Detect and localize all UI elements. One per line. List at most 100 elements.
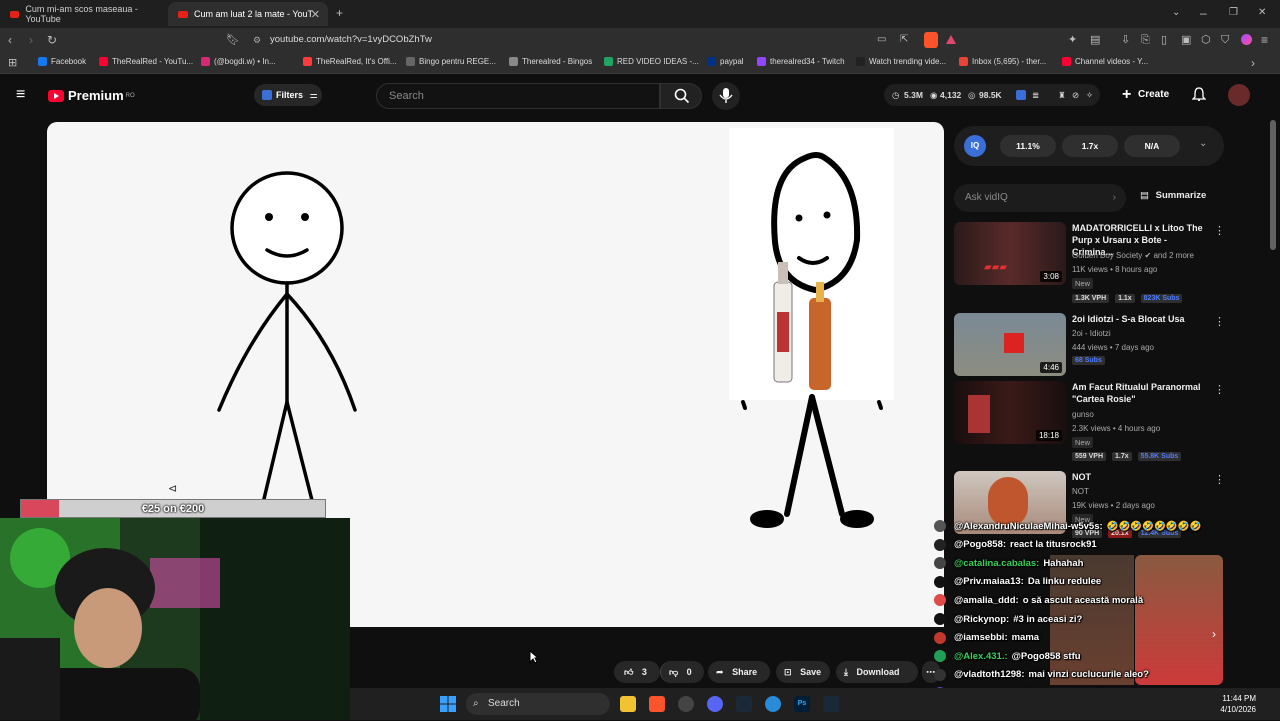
bookmark-item[interactable]: therealred34 - Twitch bbox=[757, 57, 845, 66]
cast-icon[interactable]: ▭ bbox=[877, 32, 886, 48]
sparkle-icon[interactable]: ✧ bbox=[1086, 90, 1093, 101]
download-button[interactable]: ⤓ Download bbox=[836, 661, 918, 683]
more-vertical-icon[interactable]: ⋮ bbox=[1214, 473, 1225, 486]
recommended-video[interactable]: 18:18 Am Facut Ritualul Paranormal "Cart… bbox=[954, 381, 1225, 467]
bookmark-item[interactable]: (@bogdi.w) • In... bbox=[201, 57, 276, 66]
recommended-video[interactable]: ▰▰▰ 3:08 MADATORRICELLI x Litoo The Purp… bbox=[954, 222, 1225, 308]
share-page-icon[interactable]: ⇱ bbox=[900, 32, 908, 48]
channel-name[interactable]: NOT bbox=[1072, 487, 1089, 496]
brave-browser-icon[interactable] bbox=[649, 696, 665, 712]
more-bookmarks-icon[interactable]: › bbox=[1251, 55, 1255, 71]
hamburger-menu-icon[interactable]: ≡ bbox=[16, 87, 25, 103]
bookmark-item[interactable]: Bingo pentru REGE... bbox=[406, 57, 496, 66]
send-arrow-icon[interactable]: › bbox=[1113, 184, 1116, 212]
new-tab-button[interactable]: + bbox=[336, 5, 343, 21]
ask-vidiq-input[interactable]: Ask vidIQ › bbox=[954, 184, 1126, 212]
forward-icon[interactable]: › bbox=[29, 32, 33, 48]
bookmark-item[interactable]: RED VIDEO IDEAS -... bbox=[604, 57, 699, 66]
close-tab-icon[interactable]: ✕ bbox=[311, 8, 320, 21]
vidiq-metric[interactable]: 11.1% bbox=[1000, 135, 1056, 157]
vidiq-logo[interactable]: IQ bbox=[964, 135, 986, 157]
restore-icon[interactable]: ❐ bbox=[1229, 5, 1238, 21]
bookmark-item[interactable]: TheRealRed - YouTu... bbox=[99, 57, 193, 66]
chevron-down-icon[interactable]: ⌄ bbox=[1199, 138, 1207, 149]
video-title[interactable]: 2oi Idiotzi - S-a Blocat Usa bbox=[1072, 313, 1208, 325]
browser-tab[interactable]: Cum mi-am scos maseaua - YouTube bbox=[0, 2, 166, 26]
system-clock[interactable]: 11:44 PM 4/10/2026 bbox=[1220, 693, 1256, 715]
search-button[interactable] bbox=[660, 83, 702, 109]
vpn-icon[interactable]: ⬡ bbox=[1201, 32, 1211, 48]
file-explorer-icon[interactable] bbox=[620, 696, 636, 712]
search-input[interactable]: Search bbox=[376, 83, 660, 109]
vidiq-stats-bar[interactable]: ◷ 5.3M ◉ 4,132 ◎ 98.5K ≣ ♜ ⊘ ✧ bbox=[884, 84, 1100, 106]
more-vertical-icon[interactable]: ⋮ bbox=[1214, 224, 1225, 237]
tag-icon[interactable]: ⊘ bbox=[1072, 90, 1079, 101]
channel-name[interactable]: gunso bbox=[1072, 410, 1094, 419]
bookmark-item[interactable]: TheRealRed, It's Offi... bbox=[303, 57, 397, 66]
vidiq-metric[interactable]: N/A bbox=[1124, 135, 1180, 157]
apps-grid-icon[interactable]: ⊞ bbox=[8, 55, 17, 71]
wallet-icon[interactable]: ▣ bbox=[1181, 32, 1191, 48]
like-button[interactable]: 👍︎ 3 bbox=[614, 661, 660, 683]
taskbar-search[interactable]: ⌕ Search bbox=[466, 693, 610, 715]
close-window-icon[interactable]: ✕ bbox=[1258, 5, 1266, 21]
obs-icon[interactable] bbox=[678, 696, 694, 712]
bookmark-item[interactable]: paypal bbox=[707, 57, 744, 66]
list-icon[interactable]: ≣ bbox=[1032, 90, 1039, 101]
tab-search-icon[interactable]: ⌄ bbox=[1172, 5, 1180, 21]
more-vertical-icon[interactable]: ⋮ bbox=[1214, 383, 1225, 396]
reload-icon[interactable]: ↻ bbox=[47, 32, 57, 48]
save-button[interactable]: ⊡ Save bbox=[776, 661, 830, 683]
brave-shields-icon[interactable] bbox=[924, 32, 938, 48]
bookmark-item[interactable]: Inbox (5,695) - ther... bbox=[959, 57, 1046, 66]
menu-icon[interactable]: ≡ bbox=[1261, 32, 1268, 48]
bookmark-item[interactable]: Watch trending vide... bbox=[856, 57, 946, 66]
youtube-logo[interactable]: Premium RO bbox=[48, 88, 135, 103]
user-badge-icon bbox=[934, 668, 946, 681]
steam-icon[interactable] bbox=[736, 696, 752, 712]
address-bar[interactable]: ⚙︎ youtube.com/watch?v=1vyDCObZhTw bbox=[244, 30, 964, 50]
dislike-button[interactable]: 👎︎ 0 bbox=[660, 661, 704, 683]
leo-ai-icon[interactable] bbox=[1241, 34, 1252, 45]
video-thumbnail[interactable]: 18:18 bbox=[954, 381, 1066, 444]
scrollbar[interactable] bbox=[1270, 120, 1276, 250]
vidiq-filters-button[interactable]: Filters ⚌ bbox=[254, 84, 322, 106]
brave-rewards-icon[interactable] bbox=[946, 35, 956, 44]
extensions-icon[interactable]: ✦ bbox=[1068, 32, 1077, 48]
channel-name[interactable]: 2oi - Idiotzi bbox=[1072, 329, 1111, 338]
vidiq-small-icon[interactable] bbox=[1016, 90, 1026, 100]
bookmark-page-icon[interactable]: 🔖︎ bbox=[226, 32, 240, 48]
windows-start-icon[interactable] bbox=[440, 696, 456, 712]
downloads-icon[interactable]: ⇩ bbox=[1121, 32, 1130, 48]
summarize-button[interactable]: ▤ Summarize bbox=[1140, 190, 1206, 201]
create-button[interactable]: + Create bbox=[1120, 84, 1169, 106]
chat-username: @catalina.cabalas: bbox=[954, 557, 1040, 569]
video-thumbnail[interactable]: 4:46 bbox=[954, 313, 1066, 376]
app-icon[interactable] bbox=[765, 696, 781, 712]
steam-icon[interactable] bbox=[823, 696, 839, 712]
site-info-icon[interactable]: ⚙︎ bbox=[253, 30, 261, 50]
photoshop-icon[interactable]: Ps bbox=[794, 696, 810, 712]
voice-search-button[interactable] bbox=[712, 82, 740, 110]
trophy-icon[interactable]: ♜ bbox=[1058, 90, 1066, 101]
more-vertical-icon[interactable]: ⋮ bbox=[1214, 315, 1225, 328]
channel-name[interactable]: Golden Boy Society ✔︎ and 2 more bbox=[1072, 251, 1194, 260]
screenshot-icon[interactable]: ⎘ bbox=[1141, 32, 1150, 48]
video-title[interactable]: NOT bbox=[1072, 471, 1208, 483]
browser-tab-active[interactable]: Cum am luat 2 la mate - YouT ✕ bbox=[168, 2, 328, 26]
video-thumbnail[interactable]: ▰▰▰ 3:08 bbox=[954, 222, 1066, 285]
notifications-bell-icon[interactable] bbox=[1192, 87, 1206, 101]
share-button[interactable]: ➦ Share bbox=[708, 661, 770, 683]
shield-icon[interactable]: ⛉ bbox=[1221, 32, 1229, 48]
bookmark-item[interactable]: Therealred - Bingos bbox=[509, 57, 592, 66]
bookmark-item[interactable]: Channel videos - Y... bbox=[1062, 57, 1148, 66]
minimize-icon[interactable]: – bbox=[1200, 5, 1207, 21]
vidiq-metric[interactable]: 1.7x bbox=[1062, 135, 1118, 157]
account-avatar[interactable] bbox=[1228, 84, 1250, 106]
sidebar-toggle-icon[interactable]: ▯ bbox=[1161, 32, 1167, 48]
bookmark-item[interactable]: Facebook bbox=[38, 57, 86, 66]
reading-list-icon[interactable]: ▤ bbox=[1090, 32, 1100, 48]
discord-icon[interactable] bbox=[707, 696, 723, 712]
video-title[interactable]: Am Facut Ritualul Paranormal "Cartea Ros… bbox=[1072, 381, 1208, 405]
back-icon[interactable]: ‹ bbox=[8, 32, 12, 48]
